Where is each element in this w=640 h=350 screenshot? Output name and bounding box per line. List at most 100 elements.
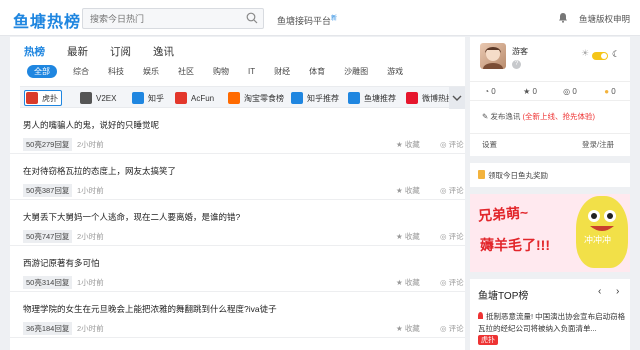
source-zhihu[interactable]: 知乎 bbox=[131, 90, 167, 106]
chevron-down-icon bbox=[452, 95, 462, 101]
stat-coins[interactable]: ● 0 bbox=[590, 87, 630, 96]
favorite-label: 收藏 bbox=[404, 186, 420, 195]
comment-button[interactable]: ◎ 评论 bbox=[440, 231, 464, 242]
favorite-button[interactable]: ★ 收藏 bbox=[396, 185, 420, 196]
item-heat: 50亮387回复 bbox=[23, 184, 73, 197]
filter-it[interactable]: IT bbox=[248, 67, 255, 76]
favorite-label: 收藏 bbox=[404, 324, 420, 333]
item-title[interactable]: 在对待窃格瓦拉的态度上，网友太搞笑了 bbox=[23, 165, 176, 177]
source-label: 知乎推荐 bbox=[307, 93, 339, 103]
source-v2ex[interactable]: V2EX bbox=[79, 90, 119, 106]
copyright-link[interactable]: 鱼塘版权申明 bbox=[579, 13, 630, 25]
filter-tech[interactable]: 科技 bbox=[108, 66, 124, 77]
star-icon: ★ bbox=[396, 140, 405, 149]
comment-label: 评论 bbox=[448, 186, 464, 195]
top-news-title: 抵制恶意流量! 中国演出协会宣布启动窃格瓦拉的经纪公司将被纳入负面清单... bbox=[478, 312, 626, 333]
source-taobao[interactable]: 淘宝零食榜 bbox=[227, 90, 287, 106]
filter-general[interactable]: 综合 bbox=[73, 66, 89, 77]
filter-sports[interactable]: 体育 bbox=[309, 66, 325, 77]
filter-games[interactable]: 游戏 bbox=[387, 66, 403, 77]
comment-label: 评论 bbox=[448, 324, 464, 333]
list-item[interactable]: 在对待窃格瓦拉的态度上，网友太搞笑了 50亮387回复 1小时前 ★ 收藏 ◎ … bbox=[10, 154, 465, 200]
source-acfun[interactable]: AcFun bbox=[174, 90, 217, 106]
stat-subscriptions[interactable]: ◔ 0 bbox=[470, 87, 510, 96]
avatar[interactable] bbox=[480, 43, 506, 69]
star-icon: ★ bbox=[396, 278, 405, 287]
stat-comments[interactable]: ◎ 0 bbox=[550, 87, 590, 96]
moon-icon: ☾ bbox=[612, 49, 621, 59]
stat-value: 0 bbox=[572, 86, 577, 96]
comment-icon: ◎ bbox=[440, 278, 449, 287]
item-time: 1小时前 bbox=[77, 186, 104, 195]
item-title[interactable]: 男人的嘴骗人的鬼，说好的只睡觉呢 bbox=[23, 119, 159, 131]
list-item[interactable]: 大舅丢下大舅妈一个人逃命，现在二人要离婚，是谁的错? 50亮747回复 2小时前… bbox=[10, 200, 465, 246]
top-news-item[interactable]: 抵制恶意流量! 中国演出协会宣布启动窃格瓦拉的经纪公司将被纳入负面清单... bbox=[478, 311, 626, 335]
list-item[interactable]: 物理学院的女生在元旦晚会上能把浓雅的舞翻跳到什么程度?iva徒子 36亮184回… bbox=[10, 292, 465, 338]
comment-button[interactable]: ◎ 评论 bbox=[440, 277, 464, 288]
stat-value: 0 bbox=[611, 86, 616, 96]
more-sources-button[interactable] bbox=[449, 87, 465, 109]
source-hupu[interactable]: 虎扑 bbox=[24, 90, 62, 106]
comment-label: 评论 bbox=[448, 278, 464, 287]
item-heat: 50亮314回复 bbox=[23, 276, 73, 289]
item-title[interactable]: 西游记原著有多可怕 bbox=[23, 257, 100, 269]
comment-icon: ◎ bbox=[440, 186, 449, 195]
filter-funny-pics[interactable]: 沙雕图 bbox=[344, 66, 368, 77]
gift-icon bbox=[478, 170, 485, 179]
weibo-icon bbox=[406, 92, 418, 104]
platform-link[interactable]: 鱼塘接码平台新 bbox=[277, 13, 337, 27]
favorite-button[interactable]: ★ 收藏 bbox=[396, 323, 420, 334]
list-item[interactable]: 男人的嘴骗人的鬼，说好的只睡觉呢 50亮279回复 2小时前 ★ 收藏 ◎ 评论 bbox=[10, 108, 465, 154]
filter-shopping[interactable]: 购物 bbox=[213, 66, 229, 77]
star-icon: ★ bbox=[396, 186, 405, 195]
list-item[interactable]: 西游记原著有多可怕 50亮314回复 1小时前 ★ 收藏 ◎ 评论 bbox=[10, 246, 465, 292]
v2ex-icon bbox=[80, 92, 92, 104]
item-heat: 50亮279回复 bbox=[23, 138, 73, 151]
tab-news[interactable]: 逸讯 bbox=[153, 44, 174, 59]
star-icon: ★ bbox=[396, 324, 405, 333]
hot-list: 男人的嘴骗人的鬼，说好的只睡觉呢 50亮279回复 2小时前 ★ 收藏 ◎ 评论… bbox=[10, 108, 465, 338]
source-yutang-recommend[interactable]: 鱼塘推荐 bbox=[347, 90, 399, 106]
top-list-title: 鱼塘TOP榜 bbox=[478, 291, 529, 302]
chevron-left-icon[interactable]: ‹ bbox=[598, 286, 601, 297]
favorite-button[interactable]: ★ 收藏 bbox=[396, 231, 420, 242]
item-title[interactable]: 大舅丢下大舅妈一个人逃命，现在二人要离婚，是谁的错? bbox=[23, 211, 240, 223]
sun-icon: ☀ bbox=[581, 48, 590, 58]
reward-card[interactable]: 领取今日鱼丸奖励 bbox=[470, 163, 630, 187]
zhihu-icon bbox=[132, 92, 144, 104]
help-icon[interactable]: ? bbox=[512, 60, 521, 69]
filter-community[interactable]: 社区 bbox=[178, 66, 194, 77]
search-input[interactable] bbox=[83, 9, 233, 28]
comment-icon: ◎ bbox=[440, 324, 449, 333]
source-zhihu-recommend[interactable]: 知乎推荐 bbox=[290, 90, 342, 106]
star-icon: ★ bbox=[396, 232, 405, 241]
login-link[interactable]: 登录/注册 bbox=[582, 139, 614, 150]
filter-all[interactable]: 全部 bbox=[27, 65, 57, 78]
filter-entertainment[interactable]: 娱乐 bbox=[143, 66, 159, 77]
item-heat: 36亮184回复 bbox=[23, 322, 73, 335]
favorite-button[interactable]: ★ 收藏 bbox=[396, 277, 420, 288]
comment-button[interactable]: ◎ 评论 bbox=[440, 323, 464, 334]
source-tag: 虎扑 bbox=[478, 335, 498, 345]
yutang-icon bbox=[348, 92, 360, 104]
comment-button[interactable]: ◎ 评论 bbox=[440, 185, 464, 196]
filter-finance[interactable]: 财经 bbox=[274, 66, 290, 77]
search-box[interactable] bbox=[82, 8, 264, 29]
tab-hot[interactable]: 热榜 bbox=[24, 44, 45, 59]
theme-toggle[interactable] bbox=[592, 52, 608, 60]
settings-link[interactable]: 设置 bbox=[482, 139, 497, 150]
promo-banner[interactable]: 兄弟萌~ 薅羊毛了!!! 冲冲冲 bbox=[470, 194, 630, 272]
favorite-button[interactable]: ★ 收藏 bbox=[396, 139, 420, 150]
bell-icon[interactable] bbox=[558, 12, 568, 23]
site-logo[interactable]: 鱼塘热榜 bbox=[13, 8, 81, 32]
comment-button[interactable]: ◎ 评论 bbox=[440, 139, 464, 150]
post-news-button[interactable]: ✎ 发布逸讯 (全新上线、抢先体验) bbox=[482, 111, 595, 122]
stat-favorites[interactable]: ★ 0 bbox=[510, 87, 550, 96]
tab-latest[interactable]: 最新 bbox=[67, 44, 88, 59]
category-filters: 全部 综合 科技 娱乐 社区 购物 IT 财经 体育 沙雕图 游戏 bbox=[27, 65, 422, 78]
chevron-right-icon[interactable]: › bbox=[616, 286, 619, 297]
search-icon[interactable] bbox=[246, 12, 258, 24]
tab-subscribe[interactable]: 订阅 bbox=[110, 44, 131, 59]
item-title[interactable]: 物理学院的女生在元旦晚会上能把浓雅的舞翻跳到什么程度?iva徒子 bbox=[23, 303, 277, 315]
comment-label: 评论 bbox=[448, 232, 464, 241]
